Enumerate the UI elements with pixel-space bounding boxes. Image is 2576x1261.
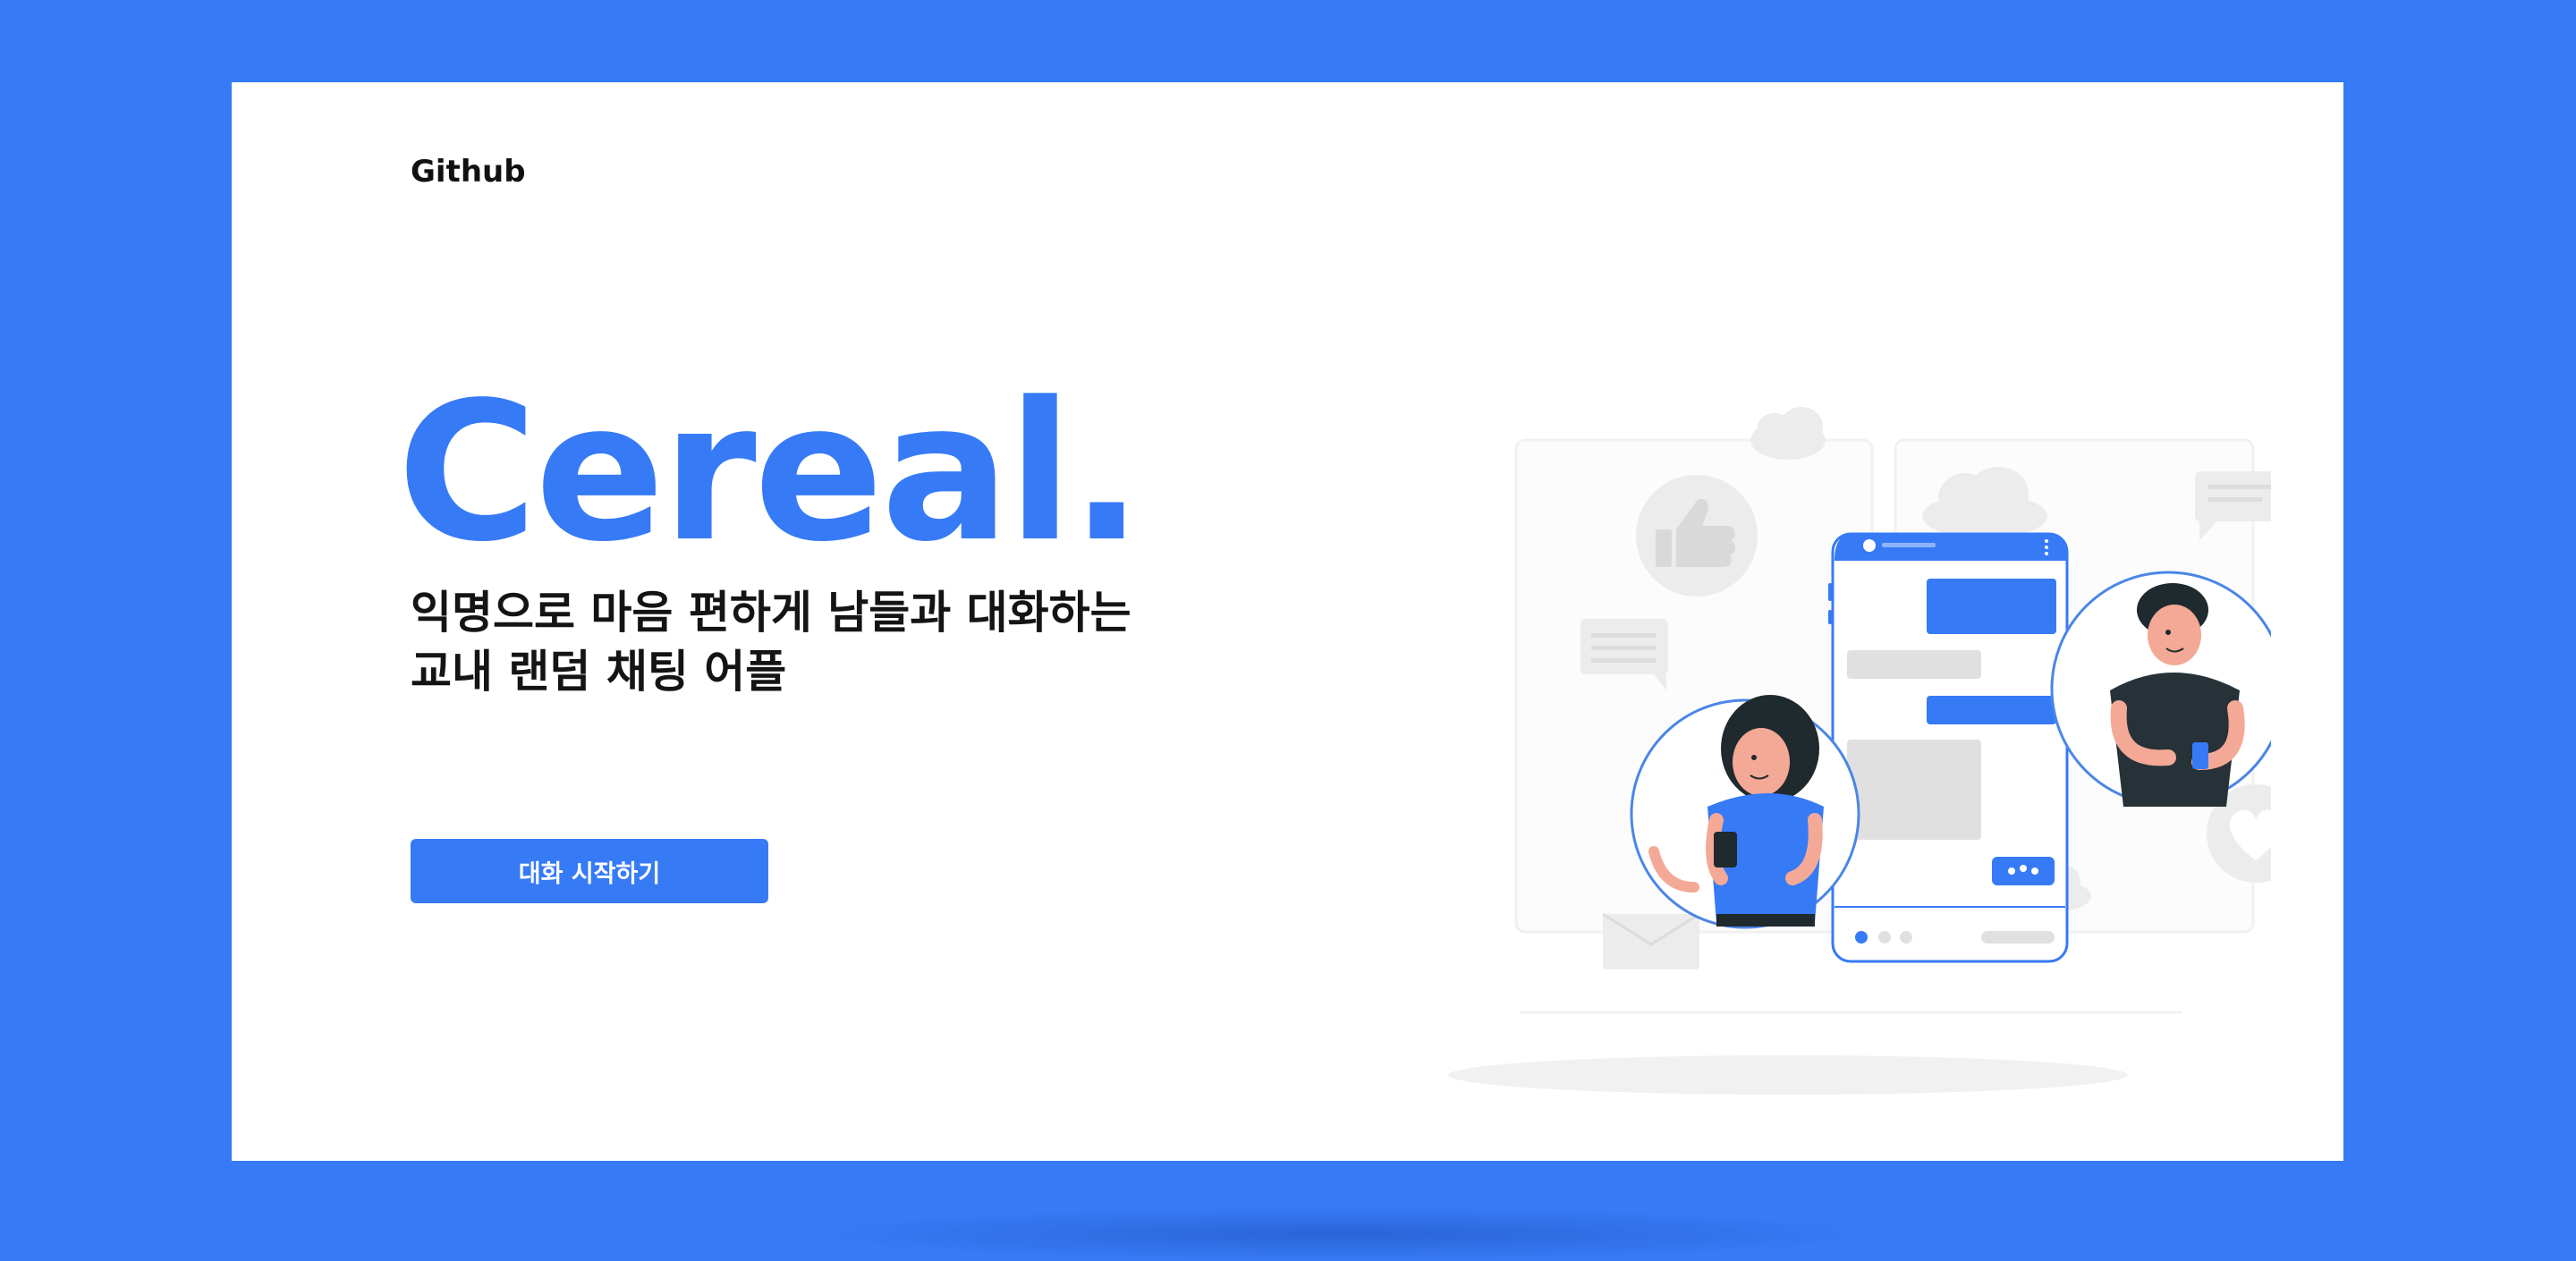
- chat-illustration: [1448, 407, 2271, 1095]
- tagline-line-2: 교내 랜덤 채팅 어플: [411, 646, 787, 698]
- brand-title: Cereal.: [397, 361, 1143, 584]
- page-bottom-shadow: [805, 1207, 1878, 1261]
- tagline: 익명으로 마음 편하게 남들과 대화하는 교내 랜덤 채팅 어플: [411, 583, 1131, 701]
- envelope-icon: [1602, 912, 1700, 969]
- thumbs-up-icon: [1636, 475, 1758, 597]
- floor-shadow: [1448, 1055, 2128, 1095]
- start-chat-button[interactable]: 대화 시작하기: [411, 839, 768, 903]
- man-avatar: [2050, 571, 2271, 807]
- github-link[interactable]: Github: [411, 154, 526, 190]
- hero-card: Github Cereal. 익명으로 마음 편하게 남들과 대화하는 교내 랜…: [232, 82, 2343, 1161]
- phone-mockup: [1828, 532, 2069, 963]
- tagline-line-1: 익명으로 마음 편하게 남들과 대화하는: [411, 587, 1131, 639]
- cloud-icon: [1750, 407, 1826, 460]
